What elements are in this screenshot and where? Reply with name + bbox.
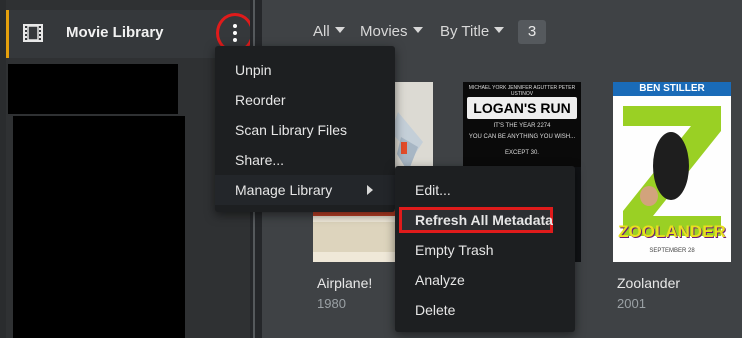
app-window: Movie Library All Movies By Title 3 Airp… — [0, 0, 742, 338]
poster-actor-text: BEN STILLER — [639, 83, 705, 94]
sidebar-item-label: Movie Library — [66, 24, 164, 41]
filter-all-label: All — [313, 23, 330, 40]
caret-down-icon — [412, 27, 423, 33]
poster-title[interactable]: Airplane! — [317, 275, 372, 291]
poster-release-text: SEPTEMBER 28 — [649, 248, 695, 254]
item-count-badge: 3 — [518, 20, 546, 44]
manage-library-submenu: Edit... Refresh All Metadata Empty Trash… — [395, 166, 575, 332]
redacted-area — [8, 64, 178, 114]
poster-title-text: LOGAN'S RUN — [467, 97, 577, 119]
filter-type-label: Movies — [360, 23, 408, 40]
menu-item-manage-library[interactable]: Manage Library — [215, 175, 395, 205]
poster-tagline: EXCEPT 30. — [505, 150, 539, 156]
filter-all-dropdown[interactable]: All — [313, 23, 345, 40]
caret-down-icon — [334, 27, 345, 33]
menu-item-refresh-all-metadata[interactable]: Refresh All Metadata — [395, 205, 575, 235]
menu-item-scan-library-files[interactable]: Scan Library Files — [215, 115, 395, 145]
sidebar-item-movie-library[interactable]: Movie Library — [6, 10, 254, 58]
sidebar: Movie Library — [6, 0, 254, 338]
sort-label: By Title — [440, 23, 490, 40]
poster-tagline: YOU CAN BE ANYTHING YOU WISH... — [468, 134, 576, 140]
ellipsis-dot — [233, 24, 237, 28]
menu-item-reorder[interactable]: Reorder — [215, 85, 395, 115]
filter-type-dropdown[interactable]: Movies — [360, 23, 423, 40]
library-context-menu: Unpin Reorder Scan Library Files Share..… — [215, 46, 395, 212]
chevron-right-icon — [367, 185, 373, 195]
caret-down-icon — [494, 27, 505, 33]
menu-item-analyze[interactable]: Analyze — [395, 265, 575, 295]
sort-dropdown[interactable]: By Title — [440, 23, 505, 40]
menu-item-share[interactable]: Share... — [215, 145, 395, 175]
film-icon — [23, 24, 43, 42]
ellipsis-dot — [233, 38, 237, 42]
menu-item-empty-trash[interactable]: Empty Trash — [395, 235, 575, 265]
menu-item-edit[interactable]: Edit... — [395, 175, 575, 205]
poster-title-text: ZOOLANDER — [618, 222, 726, 241]
menu-item-label: Manage Library — [235, 182, 333, 198]
poster-zoolander[interactable]: BEN STILLER ZOOLANDER SEPTEMBER 28 — [613, 82, 731, 262]
poster-cast-text: MICHAEL YORK JENNIFER AGUTTER PETER USTI… — [468, 85, 576, 97]
menu-item-unpin[interactable]: Unpin — [215, 55, 395, 85]
poster-year: 2001 — [617, 296, 646, 311]
menu-item-delete[interactable]: Delete — [395, 295, 575, 325]
ellipsis-dot — [233, 31, 237, 35]
redacted-area — [13, 116, 185, 338]
poster-year: 1980 — [317, 296, 346, 311]
poster-tagline: IT'S THE YEAR 2274 — [493, 123, 551, 129]
poster-title[interactable]: Zoolander — [617, 275, 680, 291]
